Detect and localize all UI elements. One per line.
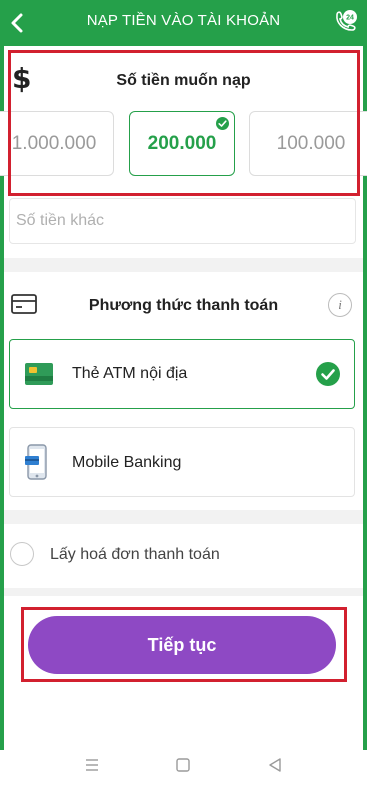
support-24h-icon[interactable]: 24 [331,8,359,38]
amount-option-label: 200.000 [147,132,217,154]
payment-section-title: Phương thức thanh toán [88,297,279,314]
invoice-label: Lấy hoá đơn thanh toán [50,546,220,563]
section-divider [4,258,363,272]
payment-method-atm[interactable]: Thẻ ATM nội địa [9,339,355,409]
home-icon[interactable] [172,754,194,776]
back-icon[interactable] [264,754,286,776]
amount-section-title: Số tiền muốn nạp [116,72,251,89]
mobile-banking-icon [25,444,47,480]
recent-apps-icon[interactable] [81,754,103,776]
selected-check-icon [216,117,229,130]
amount-option-200000[interactable]: 200.000 [129,111,235,176]
invoice-radio[interactable] [10,542,34,566]
payment-method-mobile-banking[interactable]: Mobile Banking [9,427,355,497]
section-divider [4,588,363,596]
atm-card-icon [25,363,53,385]
selected-check-icon [316,362,340,386]
support-badge: 24 [346,15,354,22]
payment-method-label: Mobile Banking [72,454,182,471]
app-header: NẠP TIỀN VÀO TÀI KHOẢN 24 [0,0,367,46]
system-nav-bar [0,750,367,785]
section-divider [4,510,363,524]
amount-option-label: 1.000.000 [11,132,97,154]
amount-option-label: 100.000 [276,132,346,154]
payment-method-label: Thẻ ATM nội địa [72,365,188,382]
continue-button[interactable]: Tiếp tục [28,616,336,674]
other-amount-input[interactable] [9,198,356,244]
amount-option-100000[interactable]: 100.000 [249,111,367,176]
info-icon[interactable]: i [328,293,352,317]
page-title: NẠP TIỀN VÀO TÀI KHOẢN [86,12,281,29]
amount-option-1000000[interactable]: 1.000.000 [0,111,114,176]
